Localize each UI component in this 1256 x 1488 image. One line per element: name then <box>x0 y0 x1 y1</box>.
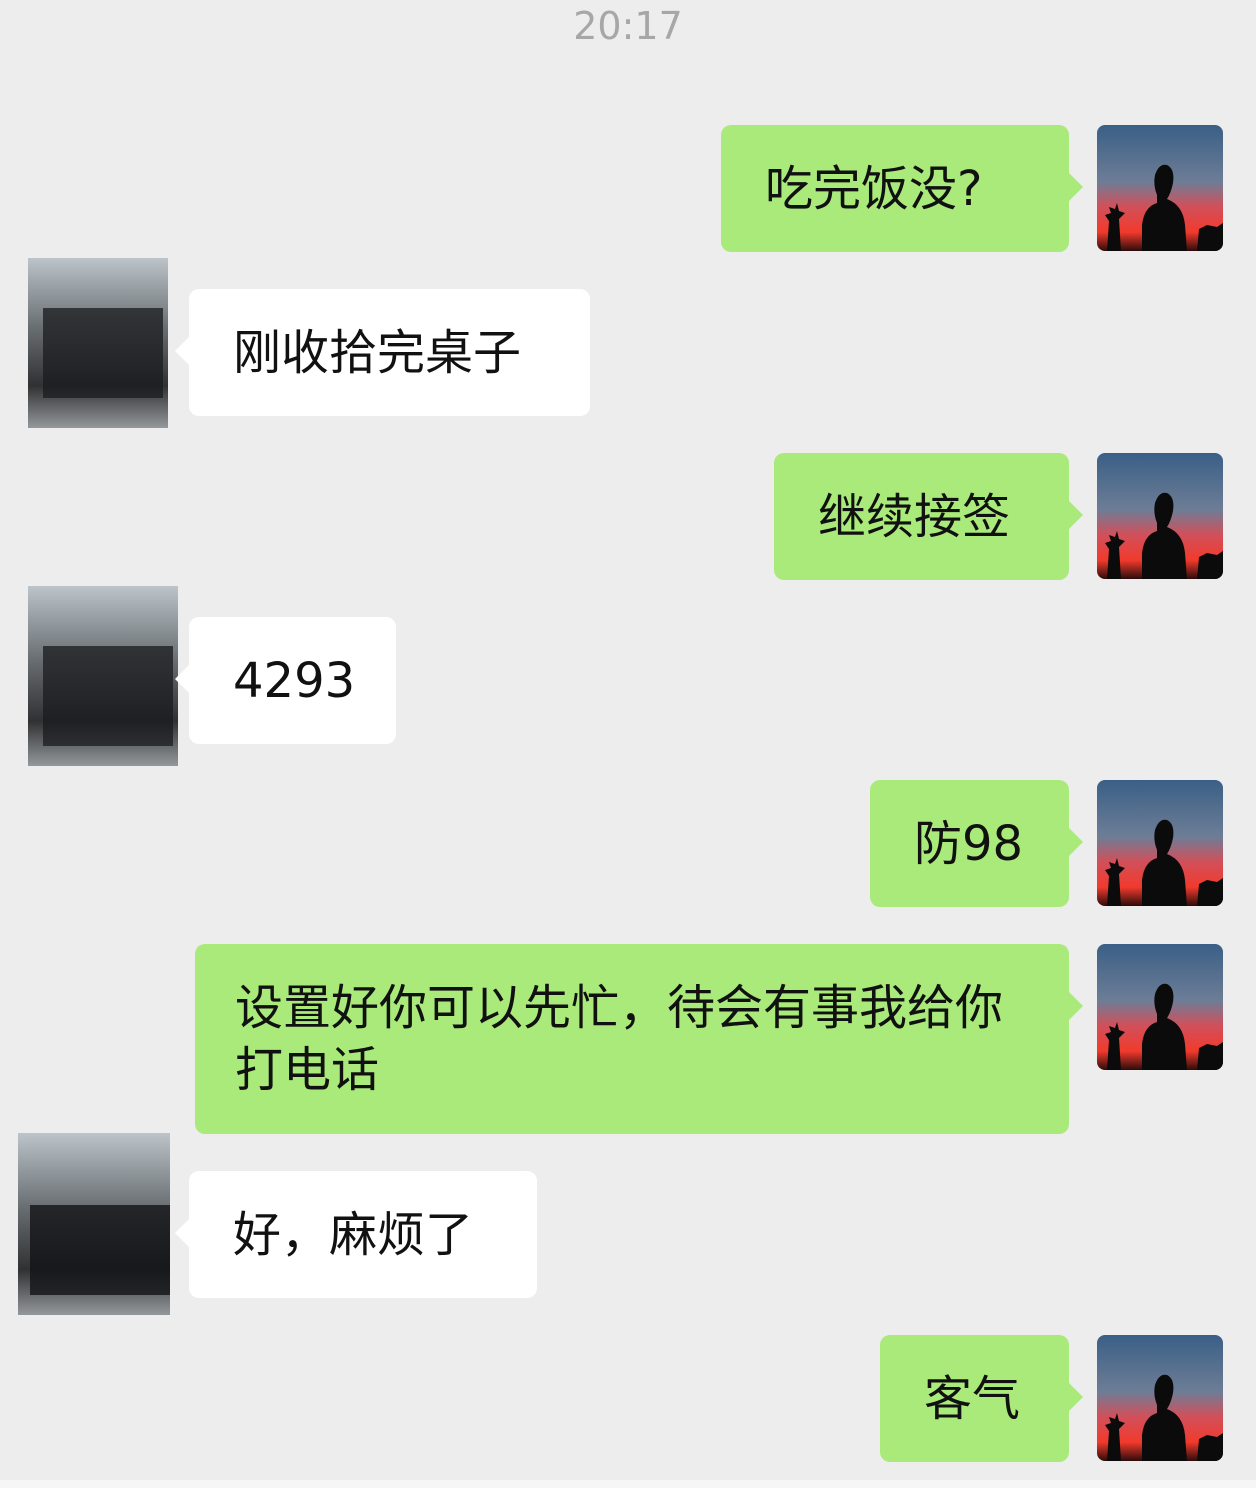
message-text: 刚收拾完桌子 <box>233 325 522 381</box>
sunset-silhouette-avatar-icon <box>1097 453 1223 579</box>
peer-avatar[interactable] <box>10 1125 170 1315</box>
sunset-silhouette-avatar-icon <box>1097 1335 1223 1461</box>
message-text: 好，麻烦了 <box>233 1207 474 1263</box>
self-avatar[interactable] <box>1097 944 1223 1070</box>
peer-avatar[interactable] <box>18 248 178 438</box>
sunset-silhouette-avatar-icon <box>1097 125 1223 251</box>
message-text: 防98 <box>914 816 1024 872</box>
message-bubble-outgoing[interactable]: 设置好你可以先忙，待会有事我给你打电话 <box>195 944 1083 1134</box>
message-bubble-outgoing[interactable]: 吃完饭没? <box>721 125 1083 252</box>
message-text: 继续接签 <box>818 489 1011 545</box>
message-bubble-outgoing[interactable]: 客气 <box>880 1335 1083 1462</box>
peer-avatar[interactable] <box>18 576 178 766</box>
message-bubble-outgoing[interactable]: 防98 <box>870 780 1083 907</box>
self-avatar[interactable] <box>1097 780 1223 906</box>
chat-timestamp: 20:17 <box>573 4 683 48</box>
blurred-avatar-icon <box>18 1133 170 1315</box>
self-avatar[interactable] <box>1097 125 1223 251</box>
message-text: 客气 <box>924 1371 1021 1427</box>
message-text: 4293 <box>233 653 356 709</box>
message-bubble-incoming[interactable]: 4293 <box>175 617 396 744</box>
self-avatar[interactable] <box>1097 1335 1223 1461</box>
bottom-divider <box>0 1480 1256 1488</box>
blurred-avatar-icon <box>28 258 168 428</box>
message-text: 吃完饭没? <box>765 161 983 217</box>
self-avatar[interactable] <box>1097 453 1223 579</box>
message-text: 设置好你可以先忙，待会有事我给你打电话 <box>235 980 1004 1098</box>
message-bubble-incoming[interactable]: 好，麻烦了 <box>175 1171 537 1298</box>
sunset-silhouette-avatar-icon <box>1097 780 1223 906</box>
message-bubble-outgoing[interactable]: 继续接签 <box>774 453 1083 580</box>
sunset-silhouette-avatar-icon <box>1097 944 1223 1070</box>
blurred-avatar-icon <box>28 586 178 766</box>
message-bubble-incoming[interactable]: 刚收拾完桌子 <box>175 289 590 416</box>
